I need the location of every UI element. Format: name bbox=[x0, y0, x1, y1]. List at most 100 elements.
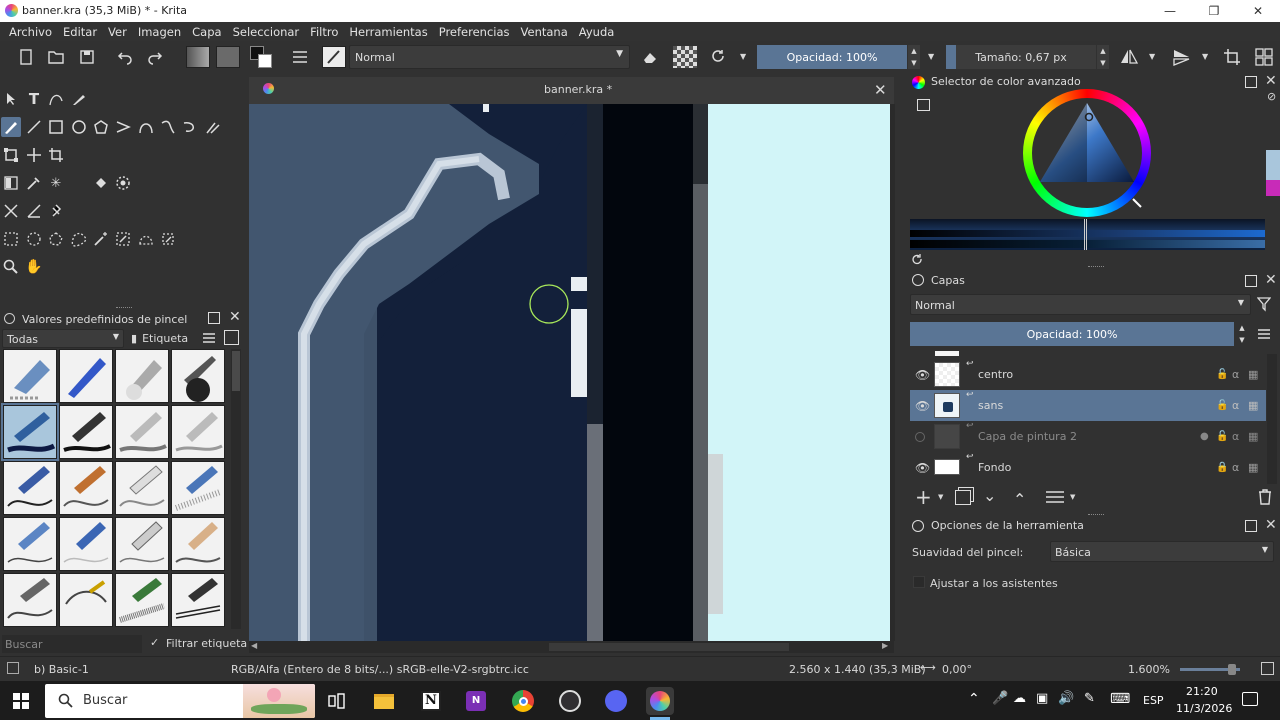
move-layer-down-icon[interactable]: ⌄ bbox=[983, 486, 996, 505]
preset-pencil-5-thumb[interactable] bbox=[3, 517, 57, 571]
file-explorer-icon[interactable] bbox=[370, 687, 398, 715]
eye-icon[interactable]: 👁 bbox=[915, 399, 930, 413]
polygon-tool-icon[interactable] bbox=[91, 117, 111, 137]
float-panel-icon[interactable] bbox=[1245, 275, 1257, 287]
rotation-value[interactable]: 0,00° bbox=[942, 663, 972, 676]
menu-archivo[interactable]: Archivo bbox=[9, 25, 52, 39]
preset-pencil-8-thumb[interactable] bbox=[171, 517, 225, 571]
preset-pen-3-thumb[interactable] bbox=[115, 573, 169, 627]
bezier-tool-icon[interactable] bbox=[136, 117, 156, 137]
layer-opacity-slider[interactable]: Opacidad: 100% bbox=[910, 322, 1234, 346]
krita-taskbar-icon[interactable] bbox=[646, 687, 674, 715]
menu-capa[interactable]: Capa bbox=[192, 25, 221, 39]
float-panel-icon[interactable] bbox=[1245, 520, 1257, 532]
pattern-swatch[interactable] bbox=[216, 46, 240, 68]
preset-pencil-7-thumb[interactable] bbox=[115, 517, 169, 571]
chrome-icon[interactable] bbox=[509, 687, 537, 715]
preset-filter-select[interactable]: Todas ▼ bbox=[2, 329, 124, 348]
menu-preferencias[interactable]: Preferencias bbox=[439, 25, 510, 39]
chevron-down-icon[interactable]: ▼ bbox=[938, 493, 943, 501]
mirror-horizontal-icon[interactable] bbox=[1117, 46, 1141, 68]
eye-hidden-icon[interactable] bbox=[915, 431, 925, 442]
volume-icon[interactable]: 🔊 bbox=[1058, 691, 1074, 706]
smart-patch-tool-icon[interactable]: ✳ bbox=[46, 173, 66, 193]
workspace-icon[interactable] bbox=[1252, 46, 1276, 68]
show-hidden-icons-icon[interactable]: ⌃ bbox=[968, 691, 980, 707]
layer-blend-mode-select[interactable]: Normal ▼ bbox=[910, 294, 1251, 315]
move-layer-up-icon[interactable]: ⌃ bbox=[1013, 490, 1026, 509]
preset-airbrush-thumb[interactable] bbox=[115, 349, 169, 403]
presets-scrollbar[interactable] bbox=[231, 349, 241, 629]
selection-status-icon[interactable] bbox=[7, 662, 19, 674]
menu-ayuda[interactable]: Ayuda bbox=[579, 25, 615, 39]
panel-drag-handle[interactable] bbox=[1088, 514, 1104, 516]
inherit-alpha-icon[interactable]: ▦ bbox=[1248, 399, 1258, 412]
close-window-button[interactable]: ✕ bbox=[1236, 0, 1280, 22]
opacity-slider[interactable]: Opacidad: 100% bbox=[757, 45, 907, 69]
close-panel-icon[interactable]: ✕ bbox=[229, 309, 241, 325]
keyboard-icon[interactable]: ⌨ bbox=[1110, 691, 1130, 707]
preset-pencil-2-thumb[interactable] bbox=[59, 461, 113, 515]
panel-drag-handle[interactable] bbox=[116, 307, 132, 309]
assistant-tool-icon[interactable] bbox=[1, 201, 21, 221]
import-preset-icon[interactable] bbox=[224, 330, 239, 345]
multibrush-tool-icon[interactable] bbox=[203, 117, 223, 137]
size-slider[interactable]: Tamaño: 0,67 px bbox=[946, 45, 1096, 69]
refresh-icon[interactable] bbox=[911, 253, 923, 265]
preset-basic-1-thumb[interactable] bbox=[1, 403, 59, 461]
dynamic-brush-tool-icon[interactable] bbox=[180, 117, 200, 137]
alpha-lock-icon[interactable]: α bbox=[1232, 368, 1239, 381]
preset-basic-4-thumb[interactable] bbox=[171, 405, 225, 459]
preset-pencil-4-thumb[interactable] bbox=[171, 461, 225, 515]
polyline-tool-icon[interactable] bbox=[113, 117, 133, 137]
tag-button[interactable]: ▮ Etiqueta bbox=[128, 329, 198, 348]
layers-scrollbar[interactable] bbox=[1267, 354, 1277, 484]
freehand-brush-tool-icon[interactable] bbox=[1, 117, 21, 137]
rect-select-tool-icon[interactable] bbox=[1, 229, 21, 249]
delete-layer-icon[interactable] bbox=[1258, 489, 1272, 505]
preset-basic-3-thumb[interactable] bbox=[115, 405, 169, 459]
layer-row-fondo[interactable]: 👁 ↩ Fondo 🔒 α ▦ bbox=[910, 452, 1266, 483]
preset-marker-thumb[interactable] bbox=[59, 349, 113, 403]
mirror-vertical-icon[interactable] bbox=[1170, 46, 1194, 68]
windows-start-icon[interactable] bbox=[13, 693, 29, 709]
layer-opacity-spinner[interactable]: ▲ ▼ bbox=[1236, 322, 1248, 346]
similar-color-select-tool-icon[interactable] bbox=[113, 229, 133, 249]
close-document-icon[interactable]: ✕ bbox=[874, 81, 887, 99]
wrap-around-icon[interactable] bbox=[1220, 46, 1244, 68]
edit-shapes-tool-icon[interactable] bbox=[46, 89, 66, 109]
onedrive-icon[interactable]: ☁ bbox=[1013, 691, 1026, 706]
zoom-value[interactable]: 1.600% bbox=[1128, 663, 1170, 676]
redo-icon[interactable] bbox=[143, 46, 167, 68]
ellipse-select-tool-icon[interactable] bbox=[24, 229, 44, 249]
preset-ink-pen-thumb[interactable] bbox=[171, 349, 225, 403]
canvas-horizontal-scrollbar[interactable]: ◀ ▶ bbox=[249, 641, 894, 653]
brush-settings-icon[interactable] bbox=[288, 46, 312, 68]
color-picker-tool-icon[interactable] bbox=[24, 173, 44, 193]
new-document-icon[interactable] bbox=[14, 46, 38, 68]
close-panel-icon[interactable]: ✕ bbox=[1265, 272, 1277, 288]
microphone-icon[interactable]: 🎤 bbox=[992, 691, 1008, 706]
chevron-down-icon[interactable]: ▼ bbox=[740, 52, 746, 61]
menu-herramientas[interactable]: Herramientas bbox=[349, 25, 427, 39]
menu-imagen[interactable]: Imagen bbox=[138, 25, 181, 39]
save-icon[interactable] bbox=[75, 46, 99, 68]
open-folder-icon[interactable] bbox=[44, 46, 68, 68]
layer-filter-icon[interactable] bbox=[1257, 296, 1271, 312]
foreground-background-color[interactable] bbox=[250, 46, 274, 68]
chevron-down-icon[interactable]: ▼ bbox=[1149, 52, 1155, 61]
size-spinner[interactable]: ▲ ▼ bbox=[1097, 45, 1109, 69]
restore-button[interactable]: ❐ bbox=[1192, 0, 1236, 22]
onenote-icon[interactable]: N bbox=[462, 687, 490, 715]
reference-tool-icon[interactable] bbox=[46, 201, 66, 221]
canvas-vertical-scrollbar[interactable] bbox=[890, 104, 895, 641]
blend-mode-select[interactable]: Normal ▼ bbox=[349, 45, 630, 69]
zoom-tool-icon[interactable] bbox=[1, 257, 21, 277]
menu-ventana[interactable]: Ventana bbox=[521, 25, 568, 39]
fill-tool-icon[interactable] bbox=[91, 173, 111, 193]
text-tool-icon[interactable]: T bbox=[24, 89, 44, 109]
inherit-alpha-icon[interactable]: ▦ bbox=[1248, 368, 1258, 381]
preset-pencil-3-thumb[interactable] bbox=[115, 461, 169, 515]
ellipse-tool-icon[interactable] bbox=[69, 117, 89, 137]
preset-pen-4-thumb[interactable] bbox=[171, 573, 225, 627]
